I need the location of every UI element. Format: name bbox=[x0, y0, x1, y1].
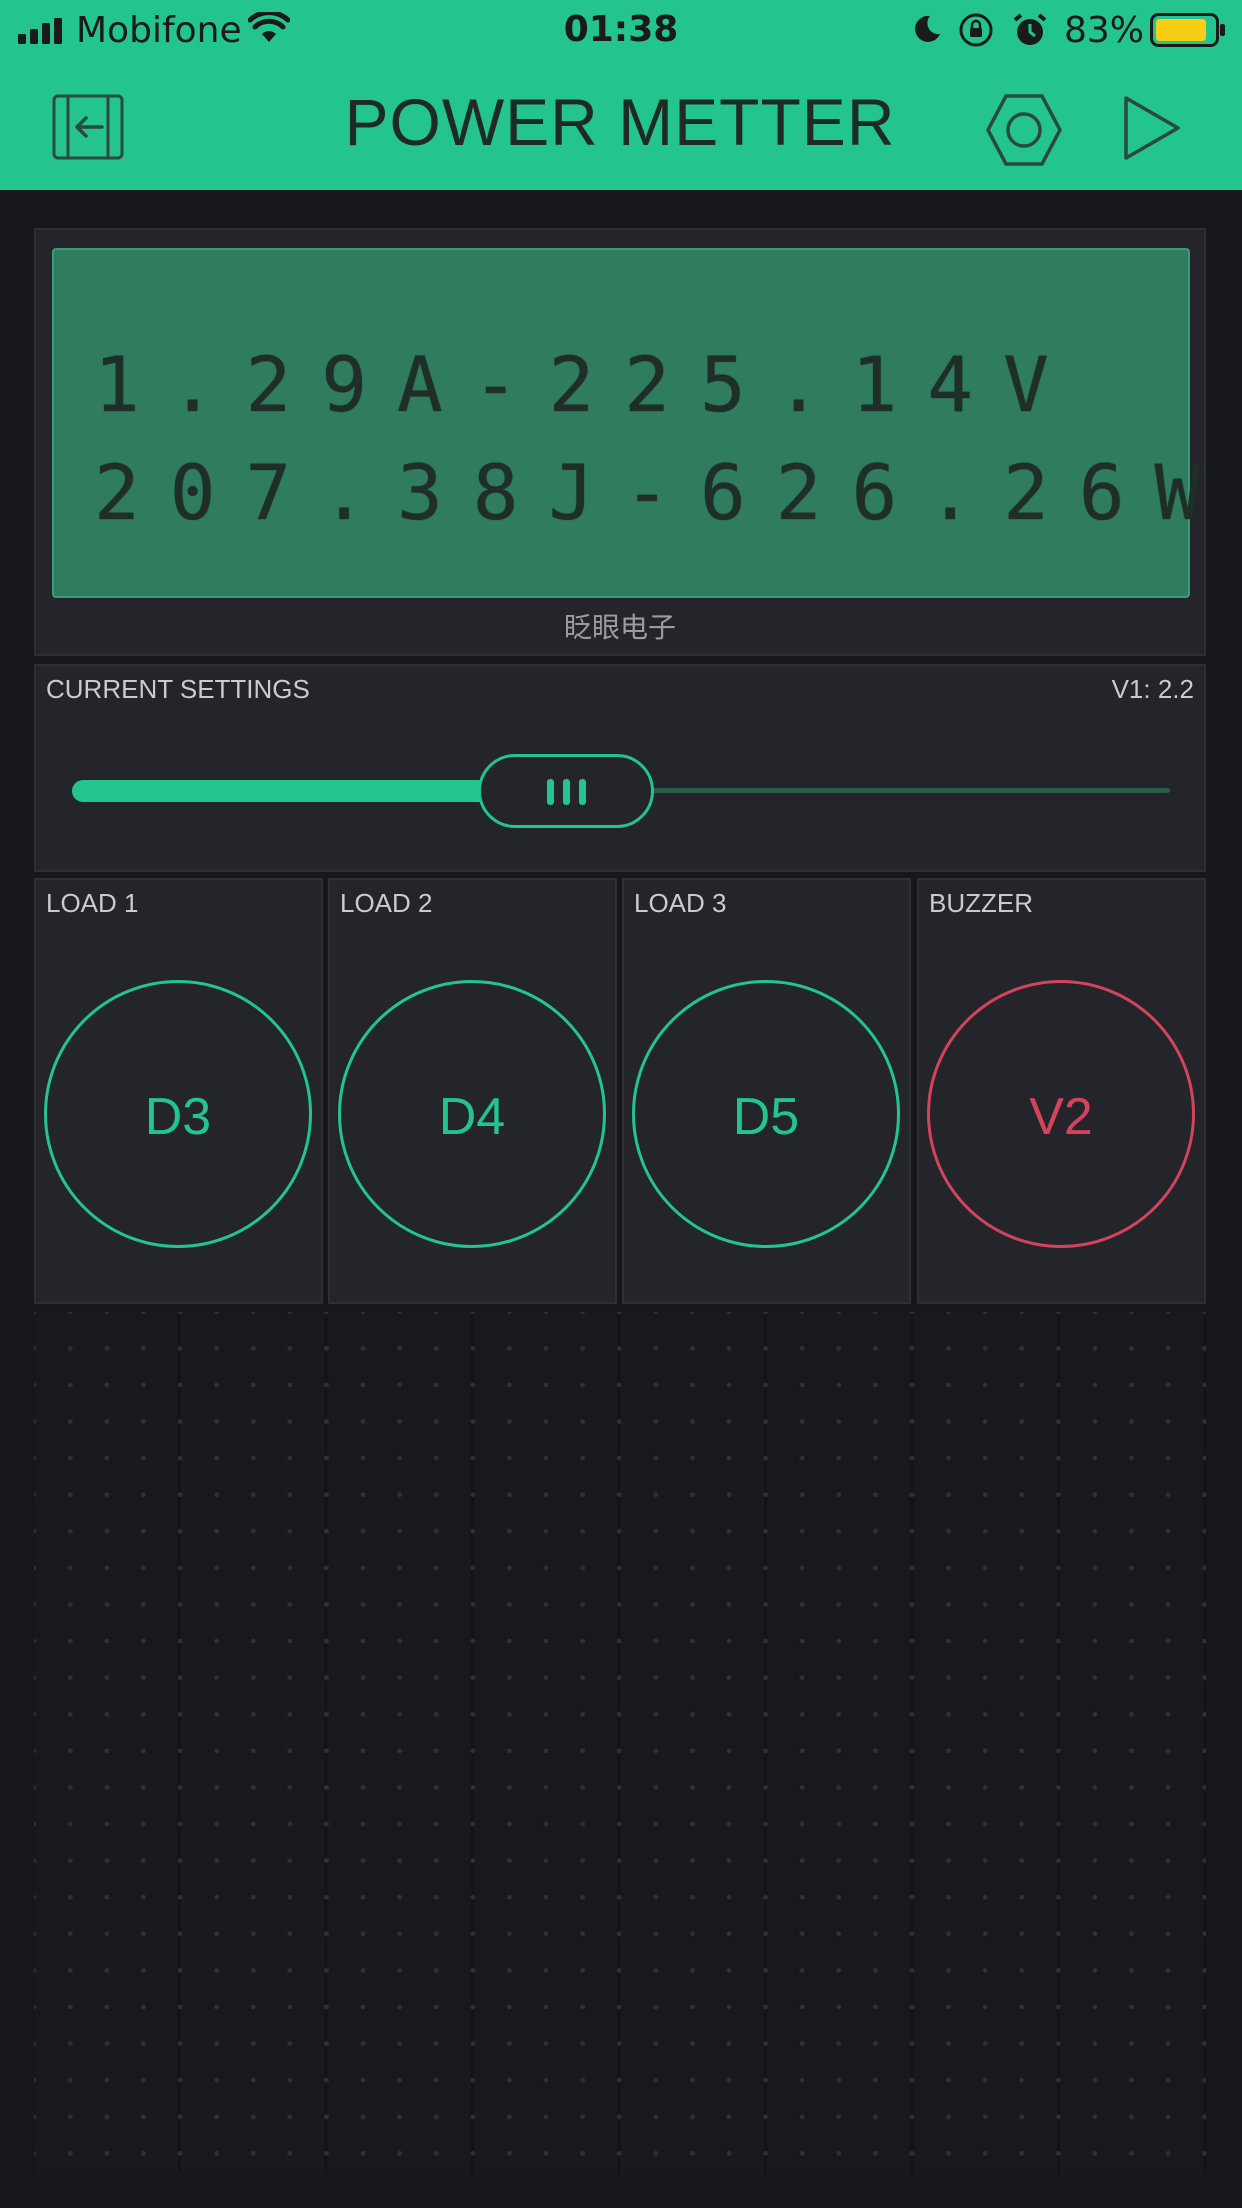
button-label: LOAD 3 bbox=[634, 888, 727, 918]
button-pin: V2 bbox=[1029, 1088, 1093, 1146]
button-label: LOAD 2 bbox=[340, 888, 433, 918]
slider-value: V1: 2.2 bbox=[1111, 674, 1194, 704]
play-icon[interactable] bbox=[1120, 94, 1184, 162]
app-title: POWER METTER bbox=[344, 85, 896, 159]
header: Mobifone 01:38 83% POWER METTER bbox=[0, 0, 1242, 190]
settings-hexagon-icon[interactable] bbox=[984, 90, 1064, 170]
button-widget-buzzer: BUZZER V2 bbox=[917, 878, 1206, 1304]
exit-icon[interactable] bbox=[50, 92, 126, 162]
lcd-screen: 1.29A-225.14V 207.38J-626.26W bbox=[52, 248, 1200, 598]
button-pin: D3 bbox=[144, 1088, 212, 1146]
alarm-icon bbox=[1013, 13, 1047, 45]
load-3-button[interactable]: D5 bbox=[632, 980, 900, 1248]
button-pin: D5 bbox=[732, 1088, 800, 1146]
buzzer-button[interactable]: V2 bbox=[927, 980, 1195, 1248]
slider-grip-line bbox=[579, 779, 587, 805]
status-time: 01:38 bbox=[563, 9, 679, 50]
slider-handle[interactable] bbox=[478, 754, 655, 828]
do-not-disturb-moon-icon bbox=[915, 15, 940, 42]
rotation-lock-icon bbox=[959, 13, 993, 47]
button-widget-load-1: LOAD 1 D3 bbox=[34, 878, 323, 1304]
app-bar: POWER METTER bbox=[0, 62, 1242, 190]
load-2-button[interactable]: D4 bbox=[338, 980, 606, 1248]
battery-percentage: 83% bbox=[1064, 10, 1145, 51]
status-bar: Mobifone 01:38 83% bbox=[0, 0, 1242, 62]
button-label: LOAD 1 bbox=[46, 888, 139, 918]
battery-icon bbox=[1150, 13, 1225, 47]
load-1-button[interactable]: D3 bbox=[44, 980, 312, 1248]
widget-grid-canvas[interactable] bbox=[34, 1312, 1206, 2174]
lcd-widget[interactable]: 1.29A-225.14V 207.38J-626.26W 眨眼电子 bbox=[34, 228, 1206, 656]
button-pin: D4 bbox=[438, 1088, 506, 1146]
lcd-caption: 眨眼电子 bbox=[563, 611, 676, 644]
slider-widget: CURRENT SETTINGS V1: 2.2 bbox=[34, 664, 1206, 872]
lcd-line-2: 207.38J-626.26W bbox=[94, 448, 1231, 537]
button-label: BUZZER bbox=[929, 888, 1033, 918]
slider-grip-line bbox=[563, 779, 571, 805]
button-widget-load-2: LOAD 2 D4 bbox=[328, 878, 617, 1304]
slider-grip-line bbox=[547, 779, 555, 805]
button-widget-load-3: LOAD 3 D5 bbox=[622, 878, 911, 1304]
lcd-line-1: 1.29A-225.14V bbox=[94, 340, 1079, 429]
slider-label: CURRENT SETTINGS bbox=[46, 674, 310, 704]
